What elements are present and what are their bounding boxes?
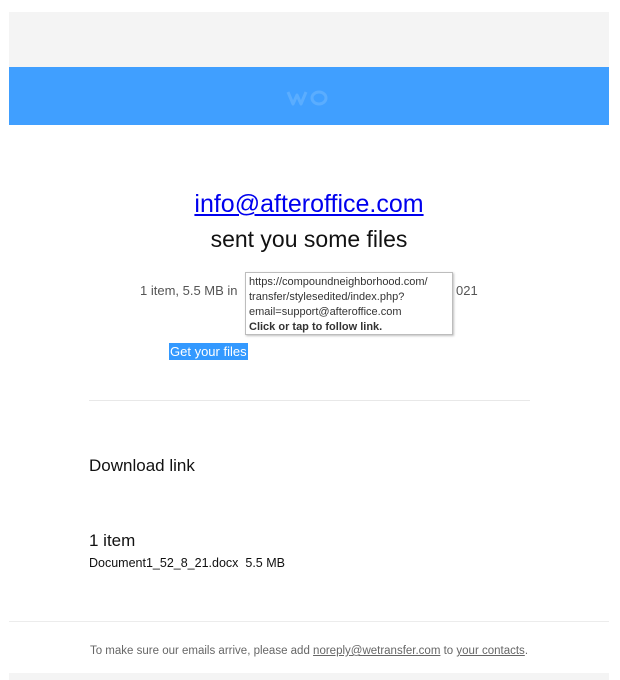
footer: To make sure our emails arrive, please a… (0, 645, 618, 657)
noreply-email-link[interactable]: noreply@wetransfer.com (313, 645, 440, 657)
wetransfer-logo-icon (286, 90, 328, 106)
footer-text-after: . (524, 645, 529, 657)
transfer-meta: 1 item, 5.5 MB in (140, 283, 238, 298)
sender-email-link[interactable]: info@afteroffice.com (0, 190, 618, 219)
get-files-link[interactable]: Get your files (169, 343, 248, 360)
file-name: Document1_52_8_21.docx (89, 556, 239, 570)
footer-text-before: To make sure our emails arrive, please a… (89, 645, 314, 657)
header-top-band (9, 12, 609, 67)
file-row: Document1_52_8_21.docx 5.5 MB (89, 556, 285, 570)
footer-text-middle: to (440, 645, 457, 657)
items-count: 1 item (89, 531, 136, 550)
headline: sent you some files (210, 226, 408, 252)
tooltip-url-line1: https://compoundneighborhood.com/ (249, 276, 428, 288)
transfer-meta-tail: 021 (456, 283, 478, 298)
footer-bottom-band (9, 673, 609, 680)
link-tooltip: https://compoundneighborhood.com/ transf… (245, 272, 453, 335)
footer-divider (9, 621, 609, 622)
tooltip-cta: Click or tap to follow link. (249, 321, 383, 333)
section-divider (89, 400, 530, 401)
download-link-title: Download link (89, 456, 195, 475)
your-contacts-link[interactable]: your contacts (456, 645, 524, 657)
file-size: 5.5 MB (245, 556, 285, 570)
tooltip-url-line2: transfer/stylesedited/index.php? (249, 291, 405, 303)
tooltip-url-line3: email=support@afteroffice.com (249, 306, 402, 318)
